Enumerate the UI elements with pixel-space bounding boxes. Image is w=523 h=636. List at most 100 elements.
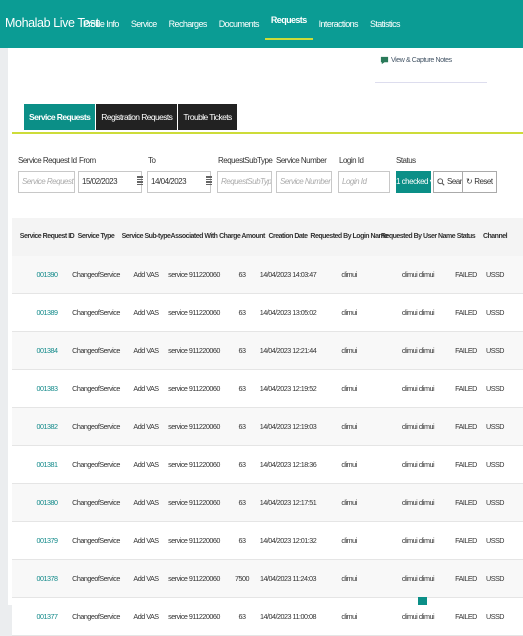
cell-status: FAILED <box>455 574 477 583</box>
cell-requested-by-login: climui <box>341 346 357 355</box>
nav-interactions[interactable]: Interactions <box>319 0 359 48</box>
col-header-charge-amount[interactable]: Charge Amount <box>219 218 265 256</box>
cell-service-request-id[interactable]: 001382 <box>37 408 58 446</box>
view-capture-notes-link[interactable]: View & Capture Notes <box>380 56 452 65</box>
cell-service-subtype: Add VAS <box>133 498 159 507</box>
cell-service-subtype: Add VAS <box>133 612 159 621</box>
nav-service[interactable]: Service <box>131 0 157 48</box>
notes-link-label: View & Capture Notes <box>391 57 452 64</box>
col-header-channel[interactable]: Channel <box>483 218 508 256</box>
reset-icon: ↻ <box>466 177 473 186</box>
label-login-id: Login Id <box>339 156 364 165</box>
cell-creation-date: 14/04/2023 13:05:02 <box>259 308 317 317</box>
cell-requested-by-login: climui <box>341 536 357 545</box>
table-row[interactable]: 001379 ChangeofService Add VAS service 9112… <box>12 522 523 560</box>
cell-requested-by-user: climui climui <box>401 384 435 393</box>
nav-recharges[interactable]: Recharges <box>169 0 208 48</box>
cell-service-request-id[interactable]: 001377 <box>37 598 58 636</box>
nav-documents[interactable]: Documents <box>219 0 260 48</box>
table-row[interactable]: 001390 ChangeofService Add VAS service 9112… <box>12 256 523 294</box>
tab-trouble-tickets[interactable]: Trouble Tickets <box>178 104 237 130</box>
col-header-service-subtype[interactable]: Service Sub-type <box>122 218 171 256</box>
cell-channel: USSD <box>486 308 504 317</box>
cell-creation-date: 14/04/2023 12:19:03 <box>259 422 317 431</box>
service-request-id-input[interactable]: Service Request Id <box>18 171 75 193</box>
cell-creation-date: 14/04/2023 12:01:32 <box>259 536 317 545</box>
col-header-service-type[interactable]: Service Type <box>78 218 115 256</box>
cell-status: FAILED <box>455 422 477 431</box>
login-id-input[interactable]: Login Id <box>338 171 390 193</box>
cell-service-subtype: Add VAS <box>133 422 159 431</box>
reset-button[interactable]: ↻ Reset <box>462 171 497 193</box>
table-row[interactable]: 001382 ChangeofService Add VAS service 9112… <box>12 408 523 446</box>
col-header-associated-with[interactable]: Associated With <box>171 218 218 256</box>
table-row[interactable]: 001389 ChangeofService Add VAS service 9112… <box>12 294 523 332</box>
status-dropdown[interactable]: 1 checked ▾ <box>396 171 434 193</box>
cell-service-type: ChangeofService <box>72 460 120 469</box>
to-calendar-icon[interactable] <box>206 176 212 186</box>
cell-requested-by-user: climui climui <box>401 308 435 317</box>
cell-status: FAILED <box>455 536 477 545</box>
col-header-requested-by-login[interactable]: Requested By Login Name <box>310 218 388 256</box>
cell-channel: USSD <box>486 422 504 431</box>
cell-associated-with: service 911220060 <box>168 498 220 507</box>
cell-service-request-id[interactable]: 001383 <box>37 370 58 408</box>
tab-service-requests[interactable]: Service Requests <box>24 104 96 130</box>
cell-associated-with: service 911220060 <box>168 536 220 545</box>
cell-charge-amount: 7500 <box>235 574 250 583</box>
cell-service-request-id[interactable]: 001380 <box>37 484 58 522</box>
table-row[interactable]: 001380 ChangeofService Add VAS service 9112… <box>12 484 523 522</box>
from-date-input[interactable]: 15/02/2023 <box>78 171 142 193</box>
tab-registration-requests[interactable]: Registration Requests <box>96 104 178 130</box>
table-row[interactable]: 001383 ChangeofService Add VAS service 9112… <box>12 370 523 408</box>
notes-divider <box>375 82 487 83</box>
cell-channel: USSD <box>486 346 504 355</box>
cell-service-request-id[interactable]: 001390 <box>37 256 58 294</box>
nav-profile-info[interactable]: Profile Info <box>83 0 119 48</box>
cell-service-request-id[interactable]: 001381 <box>37 446 58 484</box>
cell-associated-with: service 911220060 <box>168 270 220 279</box>
cell-channel: USSD <box>486 574 504 583</box>
from-calendar-icon[interactable] <box>137 176 143 186</box>
table-row[interactable]: 001378 ChangeofService Add VAS service 9112… <box>12 560 523 598</box>
label-to: To <box>148 156 156 165</box>
cell-service-request-id[interactable]: 001389 <box>37 294 58 332</box>
cell-status: FAILED <box>455 612 477 621</box>
cell-creation-date: 14/04/2023 12:19:52 <box>259 384 317 393</box>
cell-service-type: ChangeofService <box>72 536 120 545</box>
cell-service-request-id[interactable]: 001378 <box>37 560 58 598</box>
cell-requested-by-login: climui <box>341 574 357 583</box>
cell-requested-by-login: climui <box>341 460 357 469</box>
col-header-service-request-id[interactable]: Service Request ID <box>20 218 75 256</box>
cell-status: FAILED <box>455 498 477 507</box>
cell-requested-by-user: climui climui <box>401 574 435 583</box>
table-row[interactable]: 001381 ChangeofService Add VAS service 9112… <box>12 446 523 484</box>
cell-creation-date: 14/04/2023 12:21:44 <box>259 346 317 355</box>
scroll-top-button[interactable] <box>418 597 427 605</box>
cell-service-subtype: Add VAS <box>133 346 159 355</box>
cell-charge-amount: 63 <box>238 612 247 621</box>
nav-statistics[interactable]: Statistics <box>370 0 401 48</box>
cell-service-subtype: Add VAS <box>133 308 159 317</box>
table-row[interactable]: 001384 ChangeofService Add VAS service 9112… <box>12 332 523 370</box>
col-header-requested-by-user[interactable]: Requested By User Name <box>381 218 456 256</box>
cell-service-request-id[interactable]: 001384 <box>37 332 58 370</box>
request-tabs: Service Requests Registration Requests T… <box>24 104 237 130</box>
cell-requested-by-user: climui climui <box>401 270 435 279</box>
col-header-creation-date[interactable]: Creation Date <box>268 218 308 256</box>
cell-channel: USSD <box>486 384 504 393</box>
status-dropdown-label: 1 checked <box>396 177 428 186</box>
to-date-input[interactable]: 14/04/2023 <box>147 171 211 193</box>
cell-associated-with: service 911220060 <box>168 574 220 583</box>
service-requests-table: Service Request ID Service Type Service Su… <box>12 218 523 636</box>
label-from: From <box>79 156 96 165</box>
col-header-status[interactable]: Status <box>457 218 476 256</box>
cell-service-request-id[interactable]: 001379 <box>37 522 58 560</box>
nav-requests[interactable]: Requests <box>264 0 313 48</box>
request-subtype-input[interactable]: RequestSubType <box>217 171 272 193</box>
cell-charge-amount: 63 <box>238 498 247 507</box>
cell-charge-amount: 63 <box>238 346 247 355</box>
cell-requested-by-login: climui <box>341 384 357 393</box>
table-row[interactable]: 001377 ChangeofService Add VAS service 9112… <box>12 598 523 636</box>
service-number-input[interactable]: Service Number <box>276 171 332 193</box>
